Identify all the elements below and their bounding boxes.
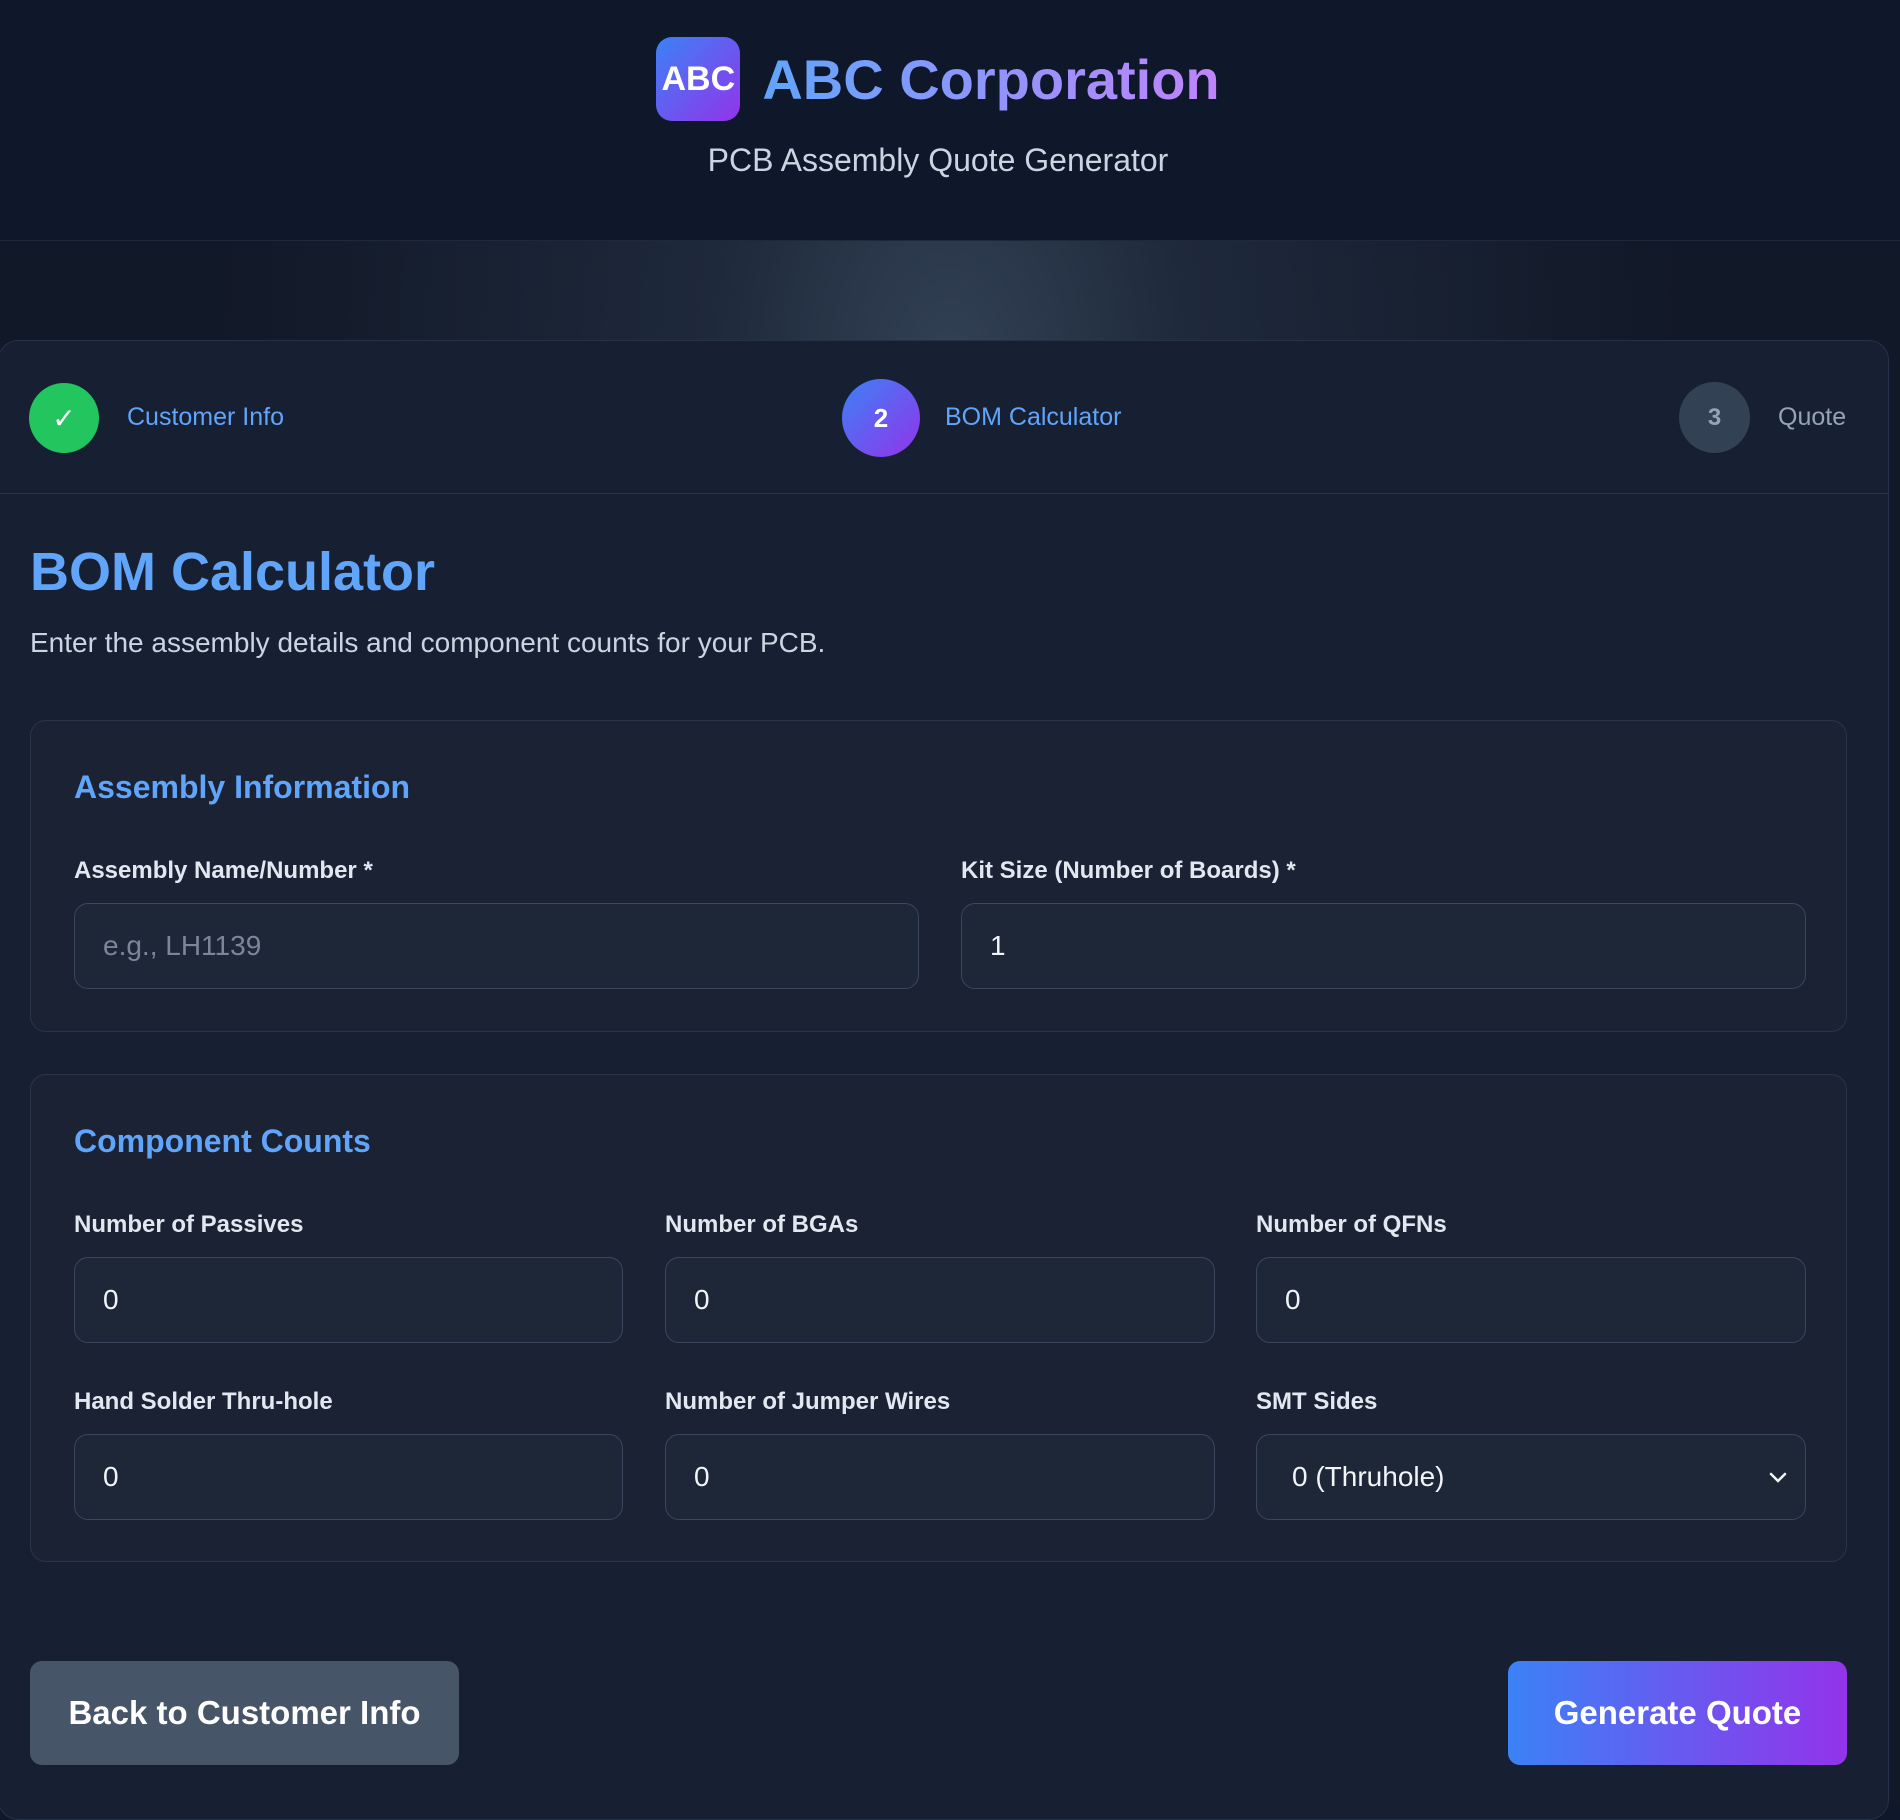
step-customer-info[interactable]: Customer Info bbox=[127, 403, 284, 432]
jumpers-input[interactable] bbox=[665, 1434, 1215, 1520]
thruhole-label: Hand Solder Thru-hole bbox=[74, 1388, 333, 1415]
company-logo: ABC bbox=[656, 37, 741, 121]
page-title: BOM Calculator bbox=[30, 542, 436, 602]
wizard-card: ✓ Customer Info 2 BOM Calculator 3 Quote… bbox=[0, 340, 1889, 1820]
passives-label: Number of Passives bbox=[74, 1211, 304, 1238]
chevron-down-icon bbox=[1769, 1464, 1787, 1490]
brand: ABC ABC Corporation bbox=[0, 37, 1900, 121]
section-title: Component Counts bbox=[74, 1123, 371, 1159]
qfns-label: Number of QFNs bbox=[1256, 1211, 1447, 1238]
step-2-marker: 2 bbox=[842, 379, 920, 457]
section-title: Assembly Information bbox=[74, 769, 411, 805]
kit-size-input[interactable] bbox=[961, 903, 1806, 989]
company-name: ABC Corporation bbox=[762, 47, 1220, 111]
app-header: ABC ABC Corporation PCB Assembly Quote G… bbox=[0, 0, 1900, 241]
thruhole-input[interactable] bbox=[74, 1434, 623, 1520]
app-subtitle: PCB Assembly Quote Generator bbox=[707, 142, 1169, 178]
passives-input[interactable] bbox=[74, 1257, 623, 1343]
check-icon: ✓ bbox=[29, 383, 99, 453]
generate-quote-button[interactable]: Generate Quote bbox=[1508, 1661, 1847, 1765]
smt-sides-value: 0 (Thruhole) bbox=[1292, 1461, 1445, 1492]
bgas-label: Number of BGAs bbox=[665, 1211, 859, 1238]
smt-sides-select[interactable]: 0 (Thruhole) bbox=[1256, 1434, 1806, 1520]
bgas-input[interactable] bbox=[665, 1257, 1215, 1343]
assembly-name-label: Assembly Name/Number * bbox=[74, 857, 373, 884]
assembly-name-input[interactable] bbox=[74, 903, 919, 989]
step-bom-calculator[interactable]: BOM Calculator bbox=[945, 403, 1121, 432]
qfns-input[interactable] bbox=[1256, 1257, 1806, 1343]
step-indicator: ✓ Customer Info 2 BOM Calculator 3 Quote bbox=[0, 341, 1888, 494]
step-quote[interactable]: Quote bbox=[1778, 403, 1846, 432]
step-3-marker: 3 bbox=[1679, 382, 1750, 453]
smt-sides-label: SMT Sides bbox=[1256, 1388, 1378, 1415]
page-description: Enter the assembly details and component… bbox=[30, 627, 826, 658]
assembly-information-section: Assembly Information Assembly Name/Numbe… bbox=[30, 720, 1847, 1032]
component-counts-section: Component Counts Number of Passives Numb… bbox=[30, 1074, 1847, 1562]
back-to-customer-info-button[interactable]: Back to Customer Info bbox=[30, 1661, 459, 1765]
jumpers-label: Number of Jumper Wires bbox=[665, 1388, 951, 1415]
kit-size-label: Kit Size (Number of Boards) * bbox=[961, 857, 1296, 884]
